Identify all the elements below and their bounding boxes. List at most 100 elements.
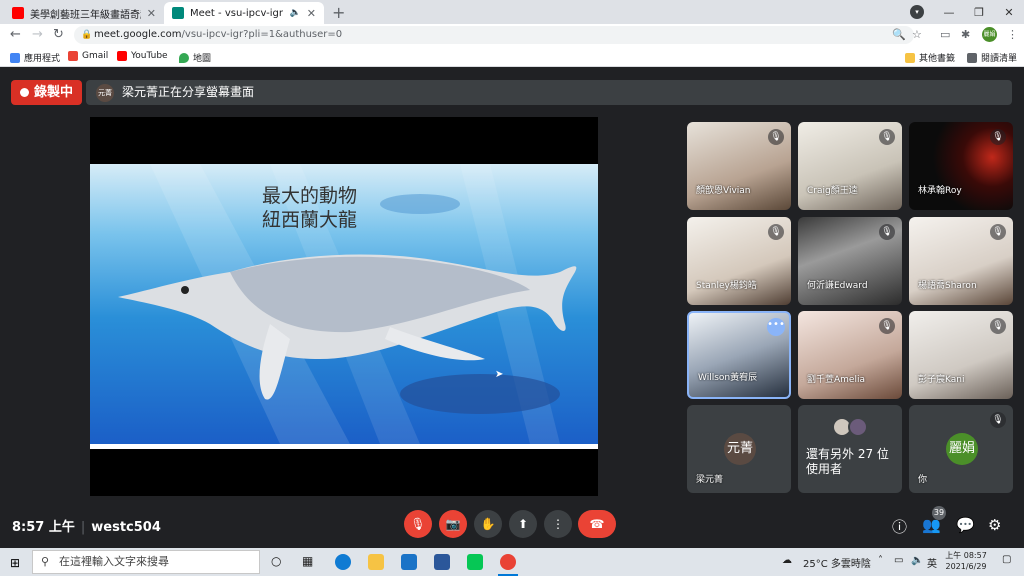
edge-icon[interactable] <box>335 554 351 570</box>
bookmark-label: 地圖 <box>193 54 212 64</box>
back-icon[interactable]: ← <box>10 27 21 42</box>
browser-tab-youtube[interactable]: 美學創藝班三年級畫語奇趣線上# ✕ <box>4 2 164 24</box>
close-window-button[interactable]: ✕ <box>994 6 1024 19</box>
participant-tile[interactable]: 🎙 何沂謙Edward <box>798 217 902 305</box>
leave-call-button[interactable]: ☎ <box>578 510 616 538</box>
window-controls: — ❐ ✕ <box>934 0 1024 24</box>
participant-name: Stanley楊鈞皓 <box>696 281 757 291</box>
presenter-avatar: 元菁 <box>96 84 114 102</box>
participant-name: 顏歆恩Vivian <box>696 186 751 196</box>
task-view-icon[interactable]: ▦ <box>302 554 313 568</box>
close-tab-icon[interactable]: ✕ <box>147 7 156 20</box>
self-tile[interactable]: 🎙 麗娟 你 <box>909 405 1013 493</box>
slide-title: 最大的動物 紐西蘭大龍 <box>262 185 358 231</box>
word-icon[interactable] <box>434 554 450 570</box>
participant-tile[interactable]: 🎙 彭子宸Kani <box>909 311 1013 399</box>
participant-tile[interactable]: 🎙 Craig顏王逵 <box>798 122 902 210</box>
extensions-icon[interactable]: ✱ <box>961 28 970 41</box>
notification-icon[interactable]: ▢ <box>1002 554 1011 565</box>
bookmark-other[interactable]: 其他書籤 <box>905 51 955 64</box>
participant-tile-active[interactable]: ••• Willson黃宥辰 <box>687 311 791 399</box>
participant-name: Craig顏王逵 <box>807 186 858 196</box>
participant-tile[interactable]: 🎙 Stanley楊鈞皓 <box>687 217 791 305</box>
cast-icon[interactable]: ▭ <box>940 28 950 41</box>
lock-icon: 🔒 <box>81 30 93 40</box>
url-field[interactable]: 🔒 meet.google.com/vsu-ipcv-igr?pli=1&aut… <box>74 26 914 44</box>
bookmark-reading-list[interactable]: 閱讀清單 <box>967 51 1017 64</box>
meeting-controls-bar: 8:57 上午 | westc504 🎙 📷 ✋ ⬆ ⋮ ☎ ⓘ 👥 39 💬 ⚙ <box>0 503 1024 548</box>
participant-tile-presenter[interactable]: 元菁 梁元菁 <box>687 405 791 493</box>
meeting-info-icon[interactable]: ⓘ <box>892 516 907 537</box>
bookmark-gmail[interactable]: Gmail <box>68 51 108 61</box>
browser-tab-meet[interactable]: Meet - vsu-ipcv-igr 🔈 ✕ <box>164 2 324 24</box>
chat-icon[interactable]: 💬 <box>956 516 975 534</box>
url-path: /vsu-ipcv-igr?pli=1&authuser=0 <box>181 29 343 40</box>
activities-icon[interactable]: ⚙ <box>988 516 1001 534</box>
taskbar-clock[interactable]: 上午 08:57 2021/6/29 <box>944 550 988 572</box>
participant-name: 梁元菁 <box>696 475 724 485</box>
store-icon[interactable] <box>401 554 417 570</box>
url-domain: meet.google.com <box>94 29 182 40</box>
line-icon[interactable] <box>467 554 483 570</box>
more-options-icon[interactable]: ••• <box>767 318 785 336</box>
zoom-icon[interactable]: 🔍 <box>892 28 906 41</box>
apps-grid-icon <box>10 52 20 63</box>
participant-name: Willson黃宥辰 <box>698 373 758 383</box>
camera-toggle-button[interactable]: 📷 <box>439 510 467 538</box>
raise-hand-button[interactable]: ✋ <box>474 510 502 538</box>
more-participants-tile[interactable]: 還有另外 27 位使用者 <box>798 405 902 493</box>
ime-indicator[interactable]: 英 <box>927 555 937 570</box>
profile-avatar[interactable]: 麗娟 <box>982 27 997 42</box>
weather-icon[interactable]: ☁ <box>782 555 792 566</box>
file-explorer-icon[interactable] <box>368 554 384 570</box>
bookmark-apps[interactable]: 應用程式 <box>10 51 60 64</box>
maps-icon <box>179 52 189 63</box>
meeting-code: westc504 <box>91 520 161 535</box>
mic-off-icon: 🎙 <box>990 318 1006 334</box>
participant-tile[interactable]: 🎙 顏歆恩Vivian <box>687 122 791 210</box>
more-options-button[interactable]: ⋮ <box>544 510 572 538</box>
weather-text[interactable]: 25°C 多雲時陰 <box>803 555 871 570</box>
bookmark-youtube[interactable]: YouTube <box>117 51 168 61</box>
recording-badge[interactable]: 錄製中 <box>11 80 83 105</box>
forward-icon[interactable]: → <box>32 27 43 42</box>
recording-label: 錄製中 <box>34 85 74 100</box>
cortana-icon[interactable]: ○ <box>271 554 281 568</box>
maximize-button[interactable]: ❐ <box>964 6 994 19</box>
close-tab-icon[interactable]: ✕ <box>307 7 316 20</box>
meeting-clock: 8:57 上午 | westc504 <box>12 516 161 535</box>
tab-audio-icon[interactable]: 🔈 <box>290 8 301 18</box>
sharing-text: 梁元菁正在分享螢幕畫面 <box>122 85 255 99</box>
bookmark-label: Gmail <box>82 51 109 61</box>
mic-off-icon: 🎙 <box>768 224 784 240</box>
browser-tab-strip: 美學創藝班三年級畫語奇趣線上# ✕ Meet - vsu-ipcv-igr 🔈 … <box>0 0 1024 24</box>
bookmark-maps[interactable]: 地圖 <box>179 51 211 64</box>
tab-search-icon[interactable]: ▾ <box>910 5 924 19</box>
search-icon: ⚲ <box>41 555 50 568</box>
present-button[interactable]: ⬆ <box>509 510 537 538</box>
tray-chevron-icon[interactable]: ˄ <box>878 555 883 566</box>
participant-tile[interactable]: 🎙 楊語喬Sharon <box>909 217 1013 305</box>
tab-title: Meet - vsu-ipcv-igr <box>190 7 284 19</box>
avatar-stack-icon <box>848 417 868 437</box>
volume-icon[interactable]: 🔈 <box>911 555 923 566</box>
reload-icon[interactable]: ↻ <box>53 27 64 42</box>
tab-title: 美學創藝班三年級畫語奇趣線上# <box>30 9 141 21</box>
chrome-icon[interactable] <box>498 554 518 576</box>
minimize-button[interactable]: — <box>934 6 964 19</box>
presentation-area[interactable]: 最大的動物 紐西蘭大龍 ➤ <box>90 117 598 496</box>
participant-tile[interactable]: 🎙 林承翰Roy <box>909 122 1013 210</box>
windows-start-icon[interactable]: ⊞ <box>10 556 20 570</box>
new-tab-button[interactable]: + <box>332 3 345 22</box>
taskbar-date: 2021/6/29 <box>945 562 987 571</box>
network-icon[interactable]: ▭ <box>894 555 903 566</box>
menu-kebab-icon[interactable]: ⋮ <box>1007 28 1018 41</box>
taskbar-search-field[interactable]: ⚲ 在這裡輸入文字來搜尋 <box>32 550 260 574</box>
mic-toggle-button[interactable]: 🎙 <box>404 510 432 538</box>
mic-off-icon: 🎙 <box>768 129 784 145</box>
bookmark-star-icon[interactable]: ☆ <box>912 28 922 41</box>
participant-name: 劉千萱Amelia <box>807 375 865 385</box>
bookmark-label: 應用程式 <box>24 54 61 64</box>
participant-tile[interactable]: 🎙 劉千萱Amelia <box>798 311 902 399</box>
folder-icon <box>905 52 915 63</box>
